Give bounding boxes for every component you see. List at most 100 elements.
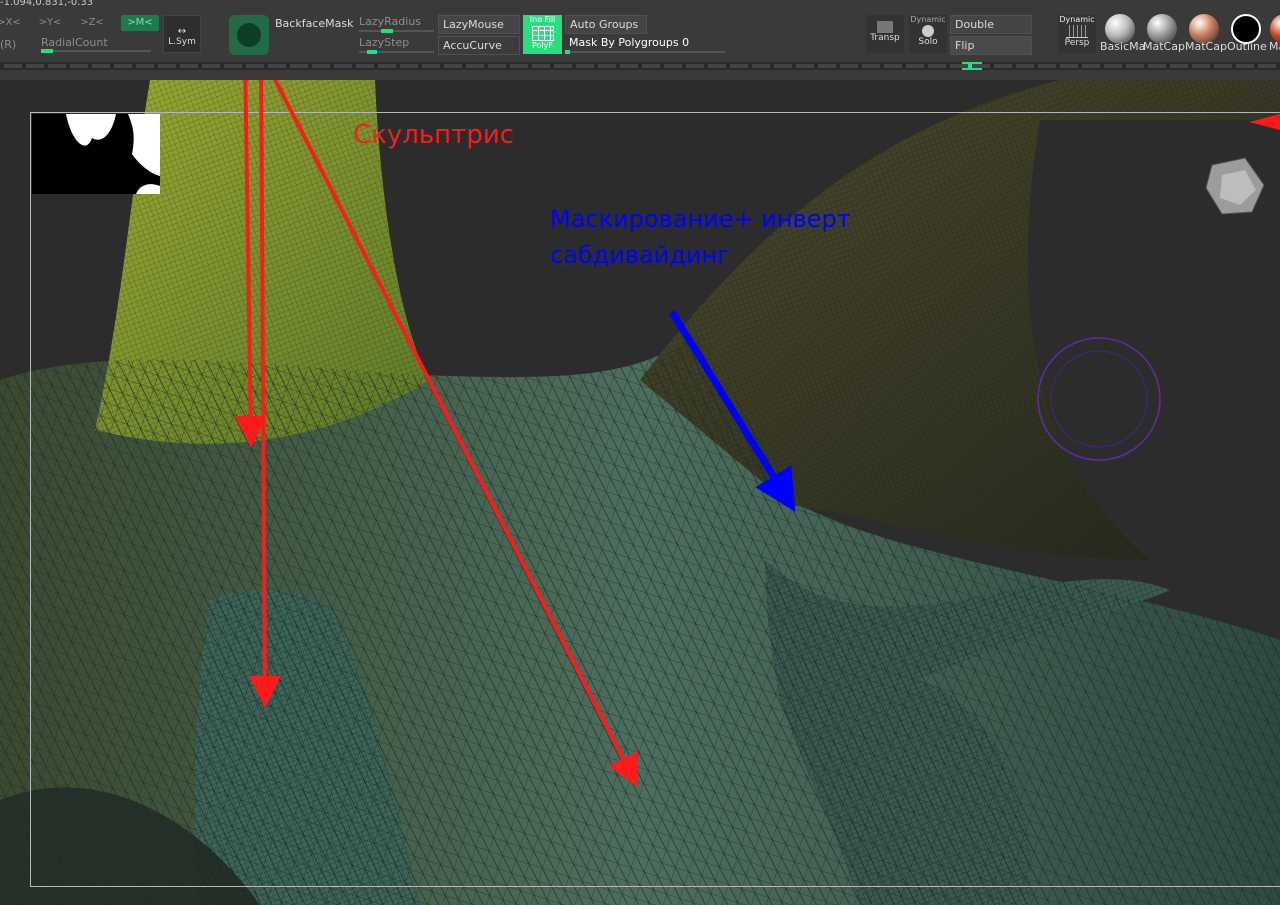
material-label-3: Outline: [1227, 40, 1267, 53]
strip-segment: [554, 64, 572, 68]
polyfill-bottom-label: PolyF: [532, 41, 553, 50]
strip-segment: [246, 64, 264, 68]
strip-segment: [950, 64, 968, 68]
strip-segment: [1038, 64, 1056, 68]
maskbypolygroups-slider[interactable]: [565, 50, 725, 54]
strip-segment: [312, 64, 330, 68]
strip-segment: [224, 64, 242, 68]
toolbar-divider-strip: [0, 62, 1280, 70]
strip-segment: [532, 64, 550, 68]
annotation-sculptris: Скульптрис: [353, 120, 515, 150]
solo-dynamic-label: Dynamic: [910, 15, 946, 24]
lazyradius-slider[interactable]: [359, 29, 434, 33]
maskbypolygroups-fill: [565, 50, 570, 54]
lazystep-slider[interactable]: [359, 50, 434, 54]
maskbypolygroups-label: Mask By Polygroups 0: [569, 36, 690, 49]
strip-segment: [466, 64, 484, 68]
strip-segment: [1170, 64, 1188, 68]
sym-y-button[interactable]: >Y<: [33, 15, 67, 31]
lsym-label: L.Sym: [168, 37, 196, 47]
transp-button[interactable]: Transp: [866, 15, 904, 53]
strip-segment: [4, 64, 22, 68]
backfacemask-label: BackfaceMask: [275, 17, 354, 30]
flip-button[interactable]: Flip: [950, 36, 1032, 55]
strip-segment: [1236, 64, 1254, 68]
3d-viewport[interactable]: Скульптрис Маскирование+ инверт сабдивай…: [0, 80, 1280, 905]
red-arrow-3: [273, 80, 638, 788]
strip-segment: [1126, 64, 1144, 68]
strip-segment: [1258, 64, 1276, 68]
solo-button[interactable]: Dynamic Solo: [909, 15, 947, 53]
radialcount-label: RadialCount: [41, 36, 108, 49]
double-button[interactable]: Double: [950, 15, 1032, 34]
lazyradius-label: LazyRadius: [359, 15, 422, 28]
solo-icon: [922, 25, 934, 37]
strip-segment: [290, 64, 308, 68]
accucurve-button[interactable]: AccuCurve: [438, 36, 520, 55]
material-label-4: Ma: [1269, 40, 1280, 53]
strip-segment: [686, 64, 704, 68]
sym-m-button[interactable]: >M<: [121, 15, 159, 31]
strip-segment: [928, 64, 946, 68]
annotation-masking: Маскирование+ инверт сабдивайдинг: [550, 201, 851, 273]
strip-segment: [752, 64, 770, 68]
strip-segment: [620, 64, 638, 68]
strip-segment: [510, 64, 528, 68]
strip-segment: [70, 64, 88, 68]
material-label-0: BasicMa: [1100, 40, 1146, 53]
lsym-button[interactable]: ↔ L.Sym: [163, 15, 201, 53]
strip-segment: [400, 64, 418, 68]
strip-segment: [180, 64, 198, 68]
transp-icon: [877, 21, 893, 33]
strip-segment: [774, 64, 792, 68]
sym-z-button[interactable]: >Z<: [75, 15, 109, 31]
persp-dynamic-label: Dynamic: [1059, 15, 1095, 24]
lazystep-label: LazyStep: [359, 36, 410, 49]
backfacemask-toggle[interactable]: [229, 15, 269, 55]
strip-segment: [972, 64, 990, 68]
autogroups-button[interactable]: Auto Groups: [565, 15, 647, 34]
strip-segment: [356, 64, 374, 68]
strip-segment: [334, 64, 352, 68]
strip-segment: [994, 64, 1012, 68]
strip-segment: [576, 64, 594, 68]
material-label-2: MatCap: [1185, 40, 1227, 53]
radial-r-label: (R): [0, 38, 17, 51]
strip-segment: [268, 64, 286, 68]
strip-segment: [488, 64, 506, 68]
strip-segment: [26, 64, 44, 68]
annotation-masking-line1: Маскирование+ инверт: [550, 205, 851, 233]
strip-segment: [840, 64, 858, 68]
radialcount-slider[interactable]: [41, 49, 151, 53]
strip-segment: [818, 64, 836, 68]
strip-segment: [158, 64, 176, 68]
strip-segment: [906, 64, 924, 68]
strip-segment: [642, 64, 660, 68]
annotation-masking-line2: сабдивайдинг: [550, 241, 730, 269]
lazymouse-button[interactable]: LazyMouse: [438, 15, 520, 34]
persp-button[interactable]: Dynamic Persp: [1058, 15, 1096, 53]
strip-segment: [444, 64, 462, 68]
strip-segment: [422, 64, 440, 68]
strip-segment: [796, 64, 814, 68]
polyfill-top-label: Ino Fill: [529, 15, 556, 24]
strip-segment: [730, 64, 748, 68]
polyfill-grid-icon: [531, 26, 554, 41]
strip-segment: [884, 64, 902, 68]
strip-segment: [1148, 64, 1166, 68]
transp-label: Transp: [870, 33, 900, 43]
top-toolbar: -1.094,0.831,-0.33 >X< >Y< >Z< >M< (R) R…: [0, 0, 1280, 80]
persp-grid-icon: [1066, 25, 1088, 38]
strip-segment: [1214, 64, 1232, 68]
polyfill-button[interactable]: Ino Fill PolyF: [523, 15, 562, 54]
strip-segment: [202, 64, 220, 68]
sym-x-button[interactable]: >X<: [0, 15, 26, 31]
backface-icon: [237, 23, 261, 47]
material-label-1: MatCap: [1143, 40, 1185, 53]
strip-segment: [378, 64, 396, 68]
strip-segment: [1082, 64, 1100, 68]
strip-segment: [598, 64, 616, 68]
strip-segment: [136, 64, 154, 68]
persp-label: Persp: [1064, 38, 1090, 48]
strip-segment: [48, 64, 66, 68]
